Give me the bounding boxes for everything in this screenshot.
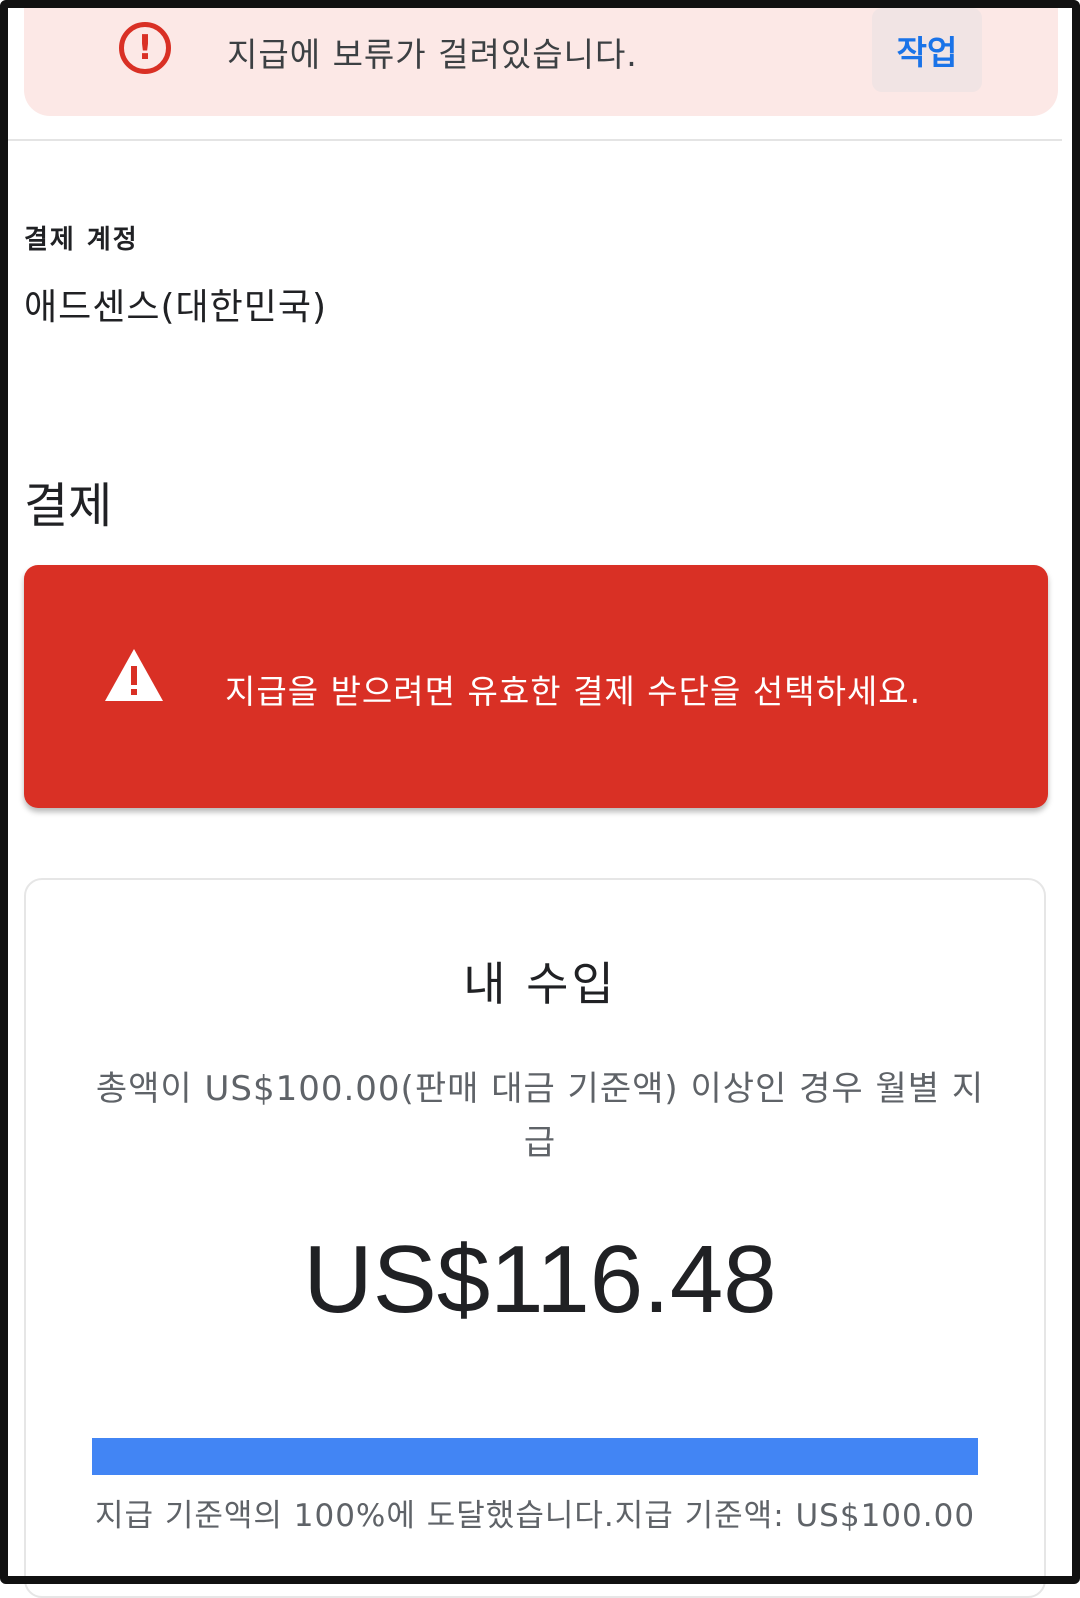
threshold-progress-fill bbox=[92, 1438, 978, 1475]
divider bbox=[8, 139, 1062, 141]
earnings-amount: US$116.48 bbox=[303, 1226, 777, 1333]
hold-message: 지급에 보류가 걸려있습니다. bbox=[227, 35, 638, 74]
earnings-title: 내 수입 bbox=[463, 957, 617, 1011]
payment-method-alert-message: 지급을 받으려면 유효한 결제 수단을 선택하세요. bbox=[225, 672, 922, 711]
error-circle-icon: ! bbox=[119, 22, 171, 74]
action-button[interactable]: 작업 bbox=[872, 8, 982, 92]
billing-account-label: 결제 계정 bbox=[24, 225, 139, 255]
warning-triangle-icon bbox=[105, 649, 163, 701]
threshold-progress-bar bbox=[92, 1438, 978, 1475]
payment-hold-banner: ! 지급에 보류가 걸려있습니다. 작업 bbox=[24, 0, 1058, 116]
billing-account-value: 애드센스(대한민국) bbox=[24, 287, 328, 328]
payment-section-title: 결제 bbox=[24, 478, 113, 534]
threshold-progress-caption: 지급 기준액의 100%에 도달했습니다.지급 기준액: US$100.00 bbox=[94, 1498, 976, 1534]
payment-method-alert[interactable]: 지급을 받으려면 유효한 결제 수단을 선택하세요. bbox=[24, 565, 1048, 808]
earnings-description: 총액이 US$100.00(판매 대금 기준액) 이상인 경우 월별 지급 bbox=[95, 1069, 985, 1163]
